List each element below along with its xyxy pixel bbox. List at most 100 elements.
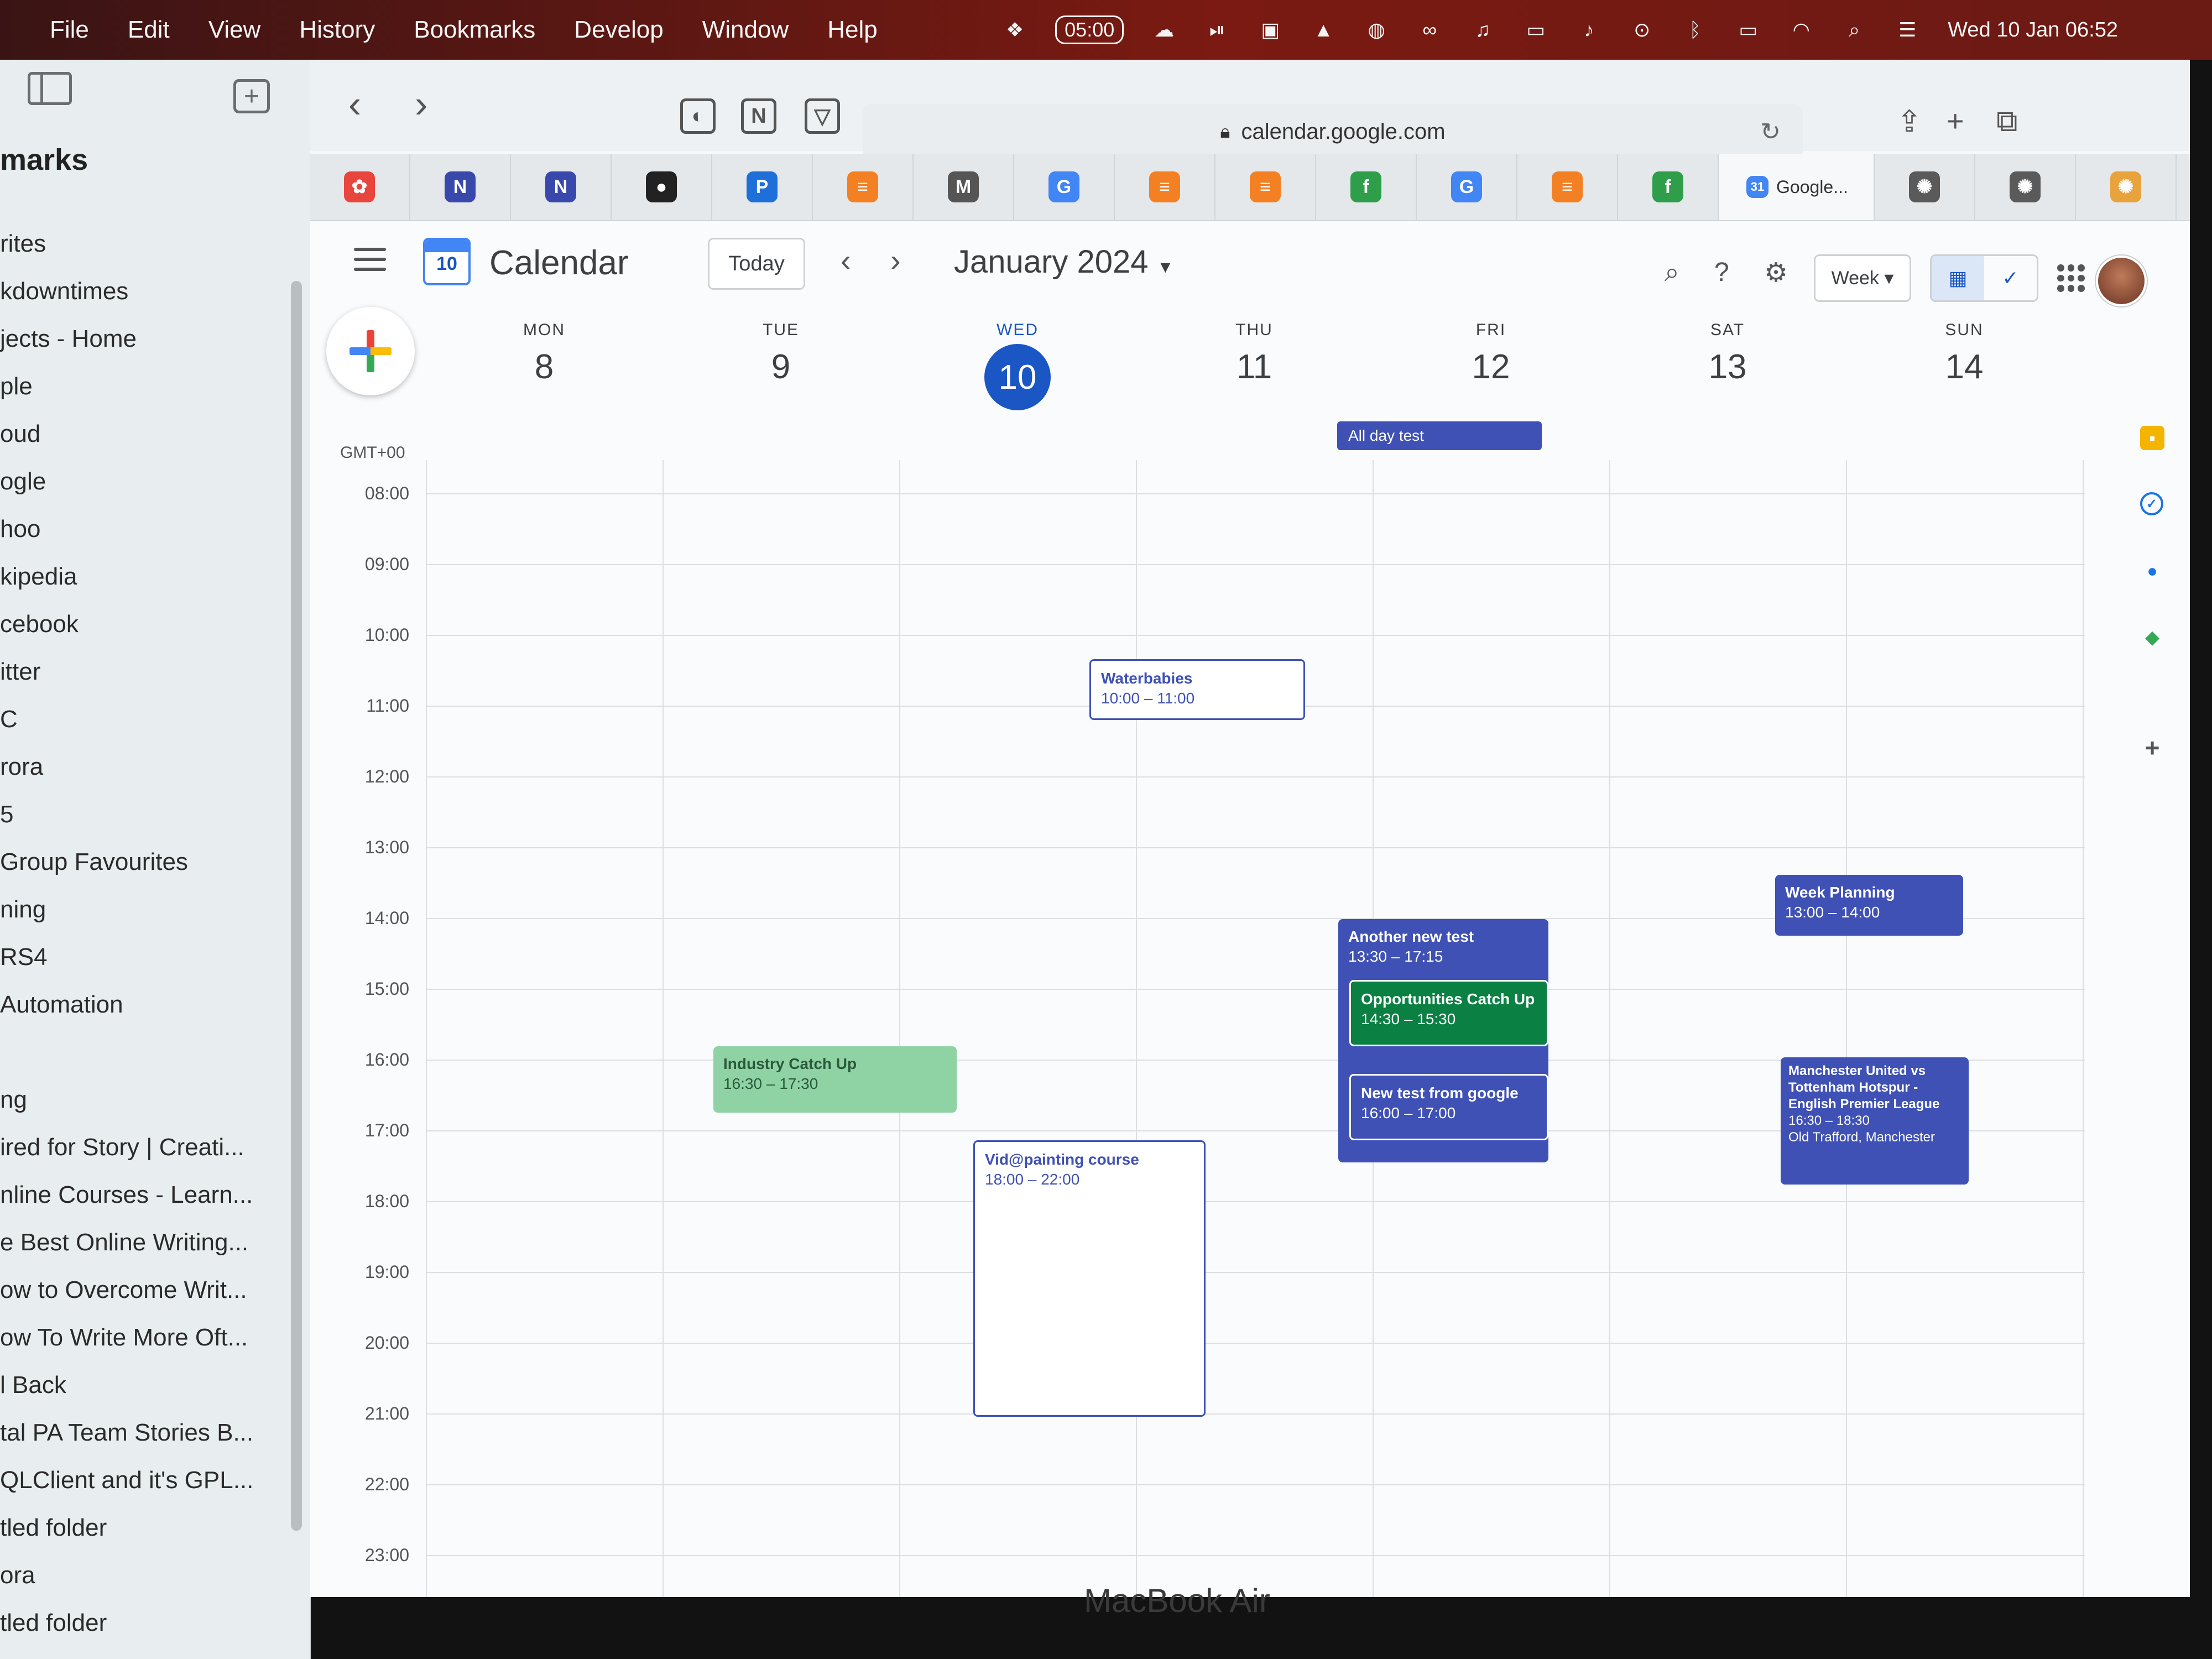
bookmark-item[interactable]: ired for Story | Creati... [0, 1124, 299, 1171]
browser-tab[interactable]: P [712, 154, 813, 220]
event-new-test-from-google[interactable]: New test from google 16:00 – 17:00 [1349, 1074, 1548, 1140]
new-tab-group-icon[interactable]: + [233, 79, 270, 113]
bookmark-item[interactable]: tled folder [0, 1504, 299, 1552]
event-football-match[interactable]: Manchester United vs Tottenham Hotspur -… [1781, 1057, 1969, 1185]
day-number[interactable]: 8 [489, 347, 599, 387]
menu-help[interactable]: Help [827, 16, 878, 44]
timer-badge[interactable]: 05:00 [1055, 15, 1124, 44]
day-header-mon[interactable]: MON 8 [489, 321, 599, 387]
browser-tab[interactable]: ✺ [1875, 154, 1975, 220]
help-icon[interactable]: ? [1714, 257, 1729, 288]
browser-tab[interactable]: ≡ [1517, 154, 1618, 220]
main-menu-icon[interactable] [354, 248, 386, 272]
bookmark-item[interactable]: ogle [0, 458, 299, 505]
sidebar-toggle-icon[interactable] [28, 72, 72, 105]
day-number[interactable]: 12 [1436, 347, 1546, 387]
share-icon[interactable]: ⇪ [1897, 104, 1922, 139]
settings-gear-icon[interactable]: ⚙ [1764, 257, 1788, 288]
browser-tab[interactable]: ✺ [1975, 154, 2076, 220]
address-bar[interactable]: 🔒︎ calendar.google.com ↻ [863, 104, 1803, 159]
bookmark-item[interactable]: kdowntimes [0, 268, 299, 315]
bookmark-item[interactable]: Automation [0, 981, 299, 1029]
menubar-datetime[interactable]: Wed 10 Jan 06:52 [1948, 18, 2118, 42]
bookmark-item[interactable]: itter [0, 648, 299, 696]
browser-tab[interactable]: f [1316, 154, 1417, 220]
month-picker[interactable]: January 2024 ▼ [954, 243, 1173, 280]
week-grid[interactable]: Waterbabies 10:00 – 11:00 Industry Catch… [365, 460, 2085, 1597]
bookmark-item[interactable]: ng [0, 1076, 299, 1124]
bookmark-item[interactable]: ning [0, 886, 299, 933]
audio-wave-icon[interactable]: ♫ [1470, 18, 1495, 41]
tasks-view-icon[interactable]: ✓ [1984, 256, 2037, 300]
tab-overview-icon[interactable]: ⧉ [1996, 104, 2018, 139]
prev-week-icon[interactable]: ‹ [841, 242, 851, 278]
bookmark-item[interactable] [0, 1029, 299, 1076]
play-circle-icon[interactable]: ⊙ [1629, 18, 1655, 41]
day-header-thu[interactable]: THU 11 [1199, 321, 1310, 387]
bookmark-item[interactable]: ora [0, 1552, 299, 1599]
bookmark-item[interactable]: jects - Home [0, 315, 299, 363]
day-number[interactable]: 14 [1909, 347, 2020, 387]
battery-icon[interactable]: ▭ [1735, 18, 1761, 41]
view-selector[interactable]: Week ▾ [1814, 254, 1911, 302]
browser-tab[interactable]: ≡ [813, 154, 914, 220]
browser-tab[interactable]: ✺ [2076, 154, 2177, 220]
menu-bookmarks[interactable]: Bookmarks [414, 16, 535, 44]
event-industry-catch-up[interactable]: Industry Catch Up 16:30 – 17:30 [713, 1046, 957, 1113]
browser-tab[interactable]: N [410, 154, 511, 220]
bookmark-item[interactable]: ple [0, 363, 299, 410]
contacts-icon[interactable]: ● [2140, 559, 2164, 583]
menu-history[interactable]: History [299, 16, 375, 44]
browser-tab[interactable]: ≡ [1115, 154, 1215, 220]
browser-tab[interactable]: ✿ [310, 154, 410, 220]
browser-tab[interactable]: G [1014, 154, 1115, 220]
browser-tab[interactable]: f [1618, 154, 1719, 220]
bookmark-item[interactable]: tled folder [0, 1599, 299, 1647]
pocket-icon[interactable]: ▽ [805, 98, 840, 134]
event-waterbabies[interactable]: Waterbabies 10:00 – 11:00 [1089, 659, 1305, 720]
browser-tab[interactable]: G [1417, 154, 1517, 220]
search-icon[interactable]: ⌕ [1665, 257, 1679, 288]
figma-status-icon[interactable]: ❖ [1002, 18, 1027, 41]
bookmark-item[interactable]: l Back [0, 1361, 299, 1409]
keep-icon[interactable]: ▪ [2140, 426, 2164, 450]
menu-develop[interactable]: Develop [574, 16, 663, 44]
day-header-tue[interactable]: TUE 9 [726, 321, 836, 387]
bookmark-item[interactable]: C [0, 696, 299, 743]
day-number[interactable]: 11 [1199, 347, 1310, 387]
back-icon[interactable]: ‹ [348, 82, 361, 126]
reload-icon[interactable]: ↻ [1760, 118, 1781, 146]
menu-view[interactable]: View [208, 16, 261, 44]
cloud-icon[interactable]: ☁ [1151, 18, 1177, 41]
bookmark-item[interactable]: tal PA Team Stories B... [0, 1409, 299, 1457]
bookmark-item[interactable]: ow To Write More Oft... [0, 1314, 299, 1361]
browser-tab[interactable]: N [511, 154, 612, 220]
browser-tab[interactable]: M [914, 154, 1014, 220]
bookmark-item[interactable]: ow to Overcome Writ... [0, 1266, 299, 1314]
bell-icon[interactable]: ♪ [1576, 18, 1601, 41]
new-tab-plus-icon[interactable]: + [1947, 104, 1964, 138]
calendar-view-icon[interactable]: ▦ [1932, 256, 1984, 300]
day-number[interactable]: 10 [984, 344, 1051, 410]
menu-window[interactable]: Window [702, 16, 789, 44]
bluetooth-icon[interactable]: ᛒ [1682, 18, 1708, 41]
day-header-fri[interactable]: FRI 12 [1436, 321, 1546, 387]
next-week-icon[interactable]: › [890, 242, 901, 278]
play-pause-icon[interactable]: ⏯ [1204, 18, 1230, 41]
google-apps-icon[interactable] [2057, 264, 2085, 292]
allday-event-friday[interactable]: All day test [1337, 421, 1542, 450]
bookmark-item[interactable]: oud [0, 410, 299, 458]
globe-icon[interactable]: ◍ [1364, 18, 1389, 41]
bookmark-item[interactable]: Group Favourites [0, 838, 299, 886]
bookmark-item[interactable]: hoo [0, 505, 299, 553]
day-header-sun[interactable]: SUN 14 [1909, 321, 2020, 387]
day-number[interactable]: 13 [1672, 347, 1783, 387]
wifi-icon[interactable]: ◠ [1788, 18, 1814, 41]
forward-icon[interactable]: › [415, 82, 427, 126]
window-icon[interactable]: ▭ [1523, 18, 1548, 41]
active-browser-tab[interactable]: 31 Google... [1719, 154, 1875, 220]
creative-cloud-icon[interactable]: ∞ [1417, 18, 1442, 41]
event-week-planning[interactable]: Week Planning 13:00 – 14:00 [1775, 875, 1963, 936]
bookmark-item[interactable]: QLClient and it's GPL... [0, 1457, 299, 1504]
menu-edit[interactable]: Edit [128, 16, 170, 44]
